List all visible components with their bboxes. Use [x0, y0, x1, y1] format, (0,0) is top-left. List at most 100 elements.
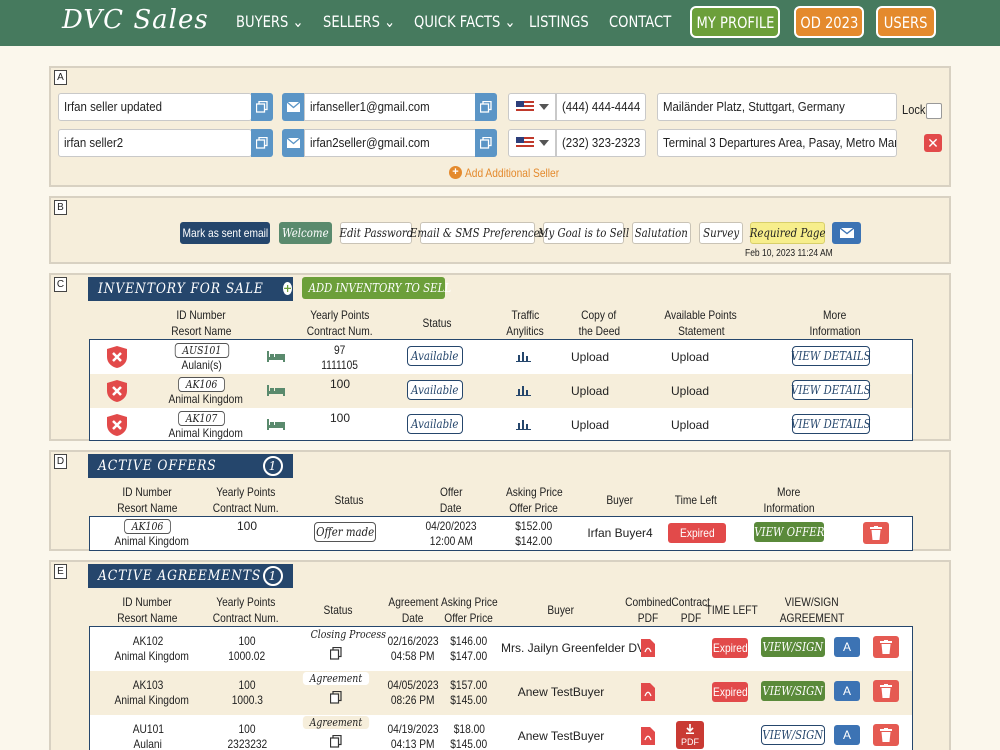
pdf-icon[interactable] — [641, 683, 655, 701]
contract-pdf-download-button[interactable]: PDF — [676, 721, 704, 749]
remove-shield-icon[interactable] — [106, 413, 128, 437]
offers-table: AK106 Animal Kingdom 100 Offer made 04/20… — [89, 516, 913, 551]
salutation-button[interactable]: Salutation — [632, 222, 691, 244]
buyer-name: Anew TestBuyer — [517, 729, 605, 743]
nav-buyers[interactable]: BUYERS ⌄ — [236, 12, 304, 31]
status-available-button[interactable]: Available — [407, 380, 463, 400]
copy-icon[interactable] — [251, 129, 273, 157]
logo[interactable]: DVC Sales — [62, 5, 209, 35]
seller-phone-input[interactable]: (444) 444-4444 — [556, 93, 646, 121]
email-sms-preferences-button[interactable]: Email & SMS Preferences — [410, 222, 545, 244]
a-button[interactable]: A — [834, 637, 860, 657]
expired-badge: Expired — [712, 638, 748, 658]
trash-icon — [880, 684, 892, 698]
col-id: ID Number Resort Name — [170, 308, 232, 338]
my-goal-button[interactable]: My Goal is to Sell — [538, 222, 629, 244]
section-c-inventory: C INVENTORY FOR SALE + ADD INVENTORY TO … — [49, 273, 951, 441]
pdf-icon[interactable] — [641, 727, 655, 745]
delete-agreement-button[interactable] — [873, 636, 899, 658]
a-button[interactable]: A — [834, 681, 860, 701]
table-row: AK102 Animal Kingdom 100 1000.02 Closing P… — [90, 627, 912, 671]
country-code-select[interactable] — [508, 93, 556, 121]
points: 100 — [329, 377, 351, 391]
od-2023-button[interactable]: OD 2023 — [794, 6, 864, 38]
survey-button[interactable]: Survey — [699, 222, 743, 244]
add-inventory-button[interactable]: + ADD INVENTORY TO SELL — [283, 277, 451, 299]
upload-deed-link[interactable]: Upload — [560, 350, 620, 365]
status-available-button[interactable]: Available — [407, 414, 463, 434]
seller-email-input[interactable]: irfan2seller@gmail.com — [304, 129, 476, 157]
upload-statement-link[interactable]: Upload — [660, 350, 720, 365]
offer-status-button[interactable]: Offer made — [314, 522, 376, 542]
copy-icon[interactable] — [475, 129, 497, 157]
seller-name-input[interactable]: irfan seller2 — [58, 129, 252, 157]
view-sign-button[interactable]: VIEW/SIGN — [761, 725, 825, 745]
delete-agreement-button[interactable] — [873, 680, 899, 702]
remove-seller-icon[interactable]: ✕ — [924, 134, 942, 152]
copy-icon[interactable] — [330, 735, 342, 748]
buyer-name: Irfan Buyer4 — [587, 526, 653, 540]
remove-shield-icon[interactable] — [106, 379, 128, 403]
copy-icon[interactable] — [330, 647, 342, 660]
resort-name: Animal Kingdom — [168, 426, 243, 440]
points: 100 — [238, 634, 256, 648]
download-icon — [686, 724, 694, 734]
welcome-button[interactable]: Welcome — [279, 222, 332, 244]
edit-password-button[interactable]: Edit Password — [339, 222, 413, 244]
lock-checkbox[interactable] — [926, 103, 942, 119]
offers-count-badge: 1 — [263, 456, 283, 476]
bar-chart-icon[interactable] — [516, 384, 531, 396]
resort-name: Animal Kingdom — [114, 693, 189, 707]
delete-offer-button[interactable] — [863, 522, 889, 544]
view-details-button[interactable]: VIEW DETAILS — [791, 414, 871, 434]
add-additional-seller-link[interactable]: + Add Additional Seller — [449, 165, 576, 180]
upload-deed-link[interactable]: Upload — [560, 418, 620, 433]
nav-contact[interactable]: CONTACT — [609, 12, 671, 31]
view-sign-button[interactable]: VIEW/SIGN — [761, 681, 825, 701]
upload-deed-link[interactable]: Upload — [560, 384, 620, 399]
view-details-button[interactable]: VIEW DETAILS — [791, 380, 871, 400]
upload-statement-link[interactable]: Upload — [660, 418, 720, 433]
copy-icon[interactable] — [475, 93, 497, 121]
delete-agreement-button[interactable] — [873, 724, 899, 746]
seller-address-input[interactable]: Mailänder Platz, Stuttgart, Germany — [657, 93, 897, 121]
offer-price: $145.00 — [450, 737, 488, 750]
seller-name-input[interactable]: Irfan seller updated — [58, 93, 252, 121]
col-time-left: Time Left — [674, 493, 718, 507]
mail-icon — [282, 93, 304, 121]
col-more-info: More Information — [809, 308, 861, 338]
seller-email-input[interactable]: irfanseller1@gmail.com — [304, 93, 476, 121]
agreements-count-badge: 1 — [263, 566, 283, 586]
resort-name: Aulani(s) — [181, 358, 223, 372]
agreement-status: Agreement — [302, 672, 370, 685]
copy-icon[interactable] — [251, 93, 273, 121]
nav-sellers[interactable]: SELLERS ⌄ — [323, 12, 395, 31]
seller-address-input[interactable]: Terminal 3 Departures Area, Pasay, Metro… — [657, 129, 897, 157]
section-letter: C — [54, 277, 67, 292]
country-code-select[interactable] — [508, 129, 556, 157]
points: 100 — [236, 519, 258, 533]
section-b-actions: B Mark as sent email Welcome Edit Passwo… — [49, 196, 951, 264]
envelope-icon — [839, 228, 854, 238]
table-row: AK106 Animal Kingdom 100 Available Upload… — [90, 374, 912, 408]
bar-chart-icon[interactable] — [516, 418, 531, 430]
pdf-icon[interactable] — [641, 639, 655, 657]
seller-phone-input[interactable]: (232) 323-2323 — [556, 129, 646, 157]
remove-shield-icon[interactable] — [106, 345, 128, 369]
users-button[interactable]: USERS — [876, 6, 936, 38]
copy-icon[interactable] — [330, 691, 342, 704]
nav-quick-facts[interactable]: QUICK FACTS ⌄ — [414, 12, 516, 31]
table-row: AK106 Animal Kingdom 100 Offer made 04/20… — [90, 517, 912, 550]
a-button[interactable]: A — [834, 725, 860, 745]
status-available-button[interactable]: Available — [407, 346, 463, 366]
view-offer-button[interactable]: VIEW OFFER — [754, 522, 824, 542]
view-details-button[interactable]: VIEW DETAILS — [791, 346, 871, 366]
nav-listings[interactable]: LISTINGS — [529, 12, 589, 31]
bar-chart-icon[interactable] — [516, 350, 531, 362]
send-email-button[interactable] — [832, 222, 861, 244]
upload-statement-link[interactable]: Upload — [660, 384, 720, 399]
view-sign-button[interactable]: VIEW/SIGN — [761, 637, 825, 657]
mark-as-sent-email-button[interactable]: Mark as sent email — [180, 222, 270, 244]
required-page-button[interactable]: Required Page — [750, 222, 825, 244]
my-profile-button[interactable]: MY PROFILE — [690, 6, 780, 38]
